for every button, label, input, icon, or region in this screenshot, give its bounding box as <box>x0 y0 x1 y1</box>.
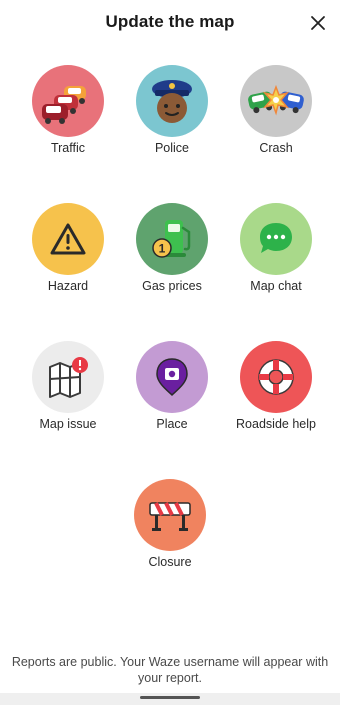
tile-closure[interactable]: Closure <box>118 479 222 589</box>
place-pin-icon <box>156 358 188 397</box>
page-title: Update the map <box>105 12 235 31</box>
close-icon <box>311 16 325 30</box>
crash-circle <box>240 65 312 137</box>
gas-pump-icon: 1 <box>152 220 191 258</box>
chat-bubble-icon <box>260 223 292 253</box>
place-circle <box>136 341 208 413</box>
map-issue-icon <box>49 357 88 398</box>
tile-map-chat[interactable]: Map chat <box>224 203 328 313</box>
tile-label: Map issue <box>39 417 97 431</box>
tile-hazard[interactable]: Hazard <box>16 203 120 313</box>
road-barrier-icon <box>149 502 191 531</box>
tile-label: Place <box>156 417 188 431</box>
tile-crash[interactable]: Crash <box>224 65 328 175</box>
home-indicator[interactable] <box>140 696 200 699</box>
svg-text:1: 1 <box>159 242 166 256</box>
tile-label: Police <box>154 141 190 155</box>
closure-circle <box>134 479 206 551</box>
tile-roadside-help[interactable]: Roadside help <box>224 341 328 451</box>
traffic-cars-icon <box>42 86 86 124</box>
tile-label: Map chat <box>250 279 302 293</box>
tile-label: Closure <box>148 555 192 569</box>
tile-label: Gas prices <box>142 279 202 293</box>
system-nav-bar <box>0 693 340 705</box>
traffic-circle <box>32 65 104 137</box>
mapissue-circle <box>32 341 104 413</box>
update-map-sheet: Update the map Traffic Police Crash Haza… <box>0 0 340 705</box>
crash-icon <box>248 84 304 116</box>
tile-place[interactable]: Place <box>120 341 224 451</box>
mapchat-circle <box>240 203 312 275</box>
close-button[interactable] <box>305 12 331 34</box>
tile-traffic[interactable]: Traffic <box>16 65 120 175</box>
tile-label: Hazard <box>47 279 89 293</box>
tile-label: Traffic <box>50 141 86 155</box>
header: Update the map <box>0 0 340 44</box>
roadside-circle <box>240 341 312 413</box>
tile-police[interactable]: Police <box>120 65 224 175</box>
tile-label: Roadside help <box>236 417 316 431</box>
hazard-warning-icon <box>50 223 86 255</box>
privacy-note: Reports are public. Your Waze username w… <box>11 655 329 685</box>
gas-circle: 1 <box>136 203 208 275</box>
police-circle <box>136 65 208 137</box>
tile-label: Crash <box>259 141 293 155</box>
lifebuoy-icon <box>258 359 294 395</box>
tile-gas-prices[interactable]: 1 Gas prices <box>120 203 224 313</box>
tile-map-issue[interactable]: Map issue <box>16 341 120 451</box>
police-officer-icon <box>152 80 192 123</box>
hazard-circle <box>32 203 104 275</box>
